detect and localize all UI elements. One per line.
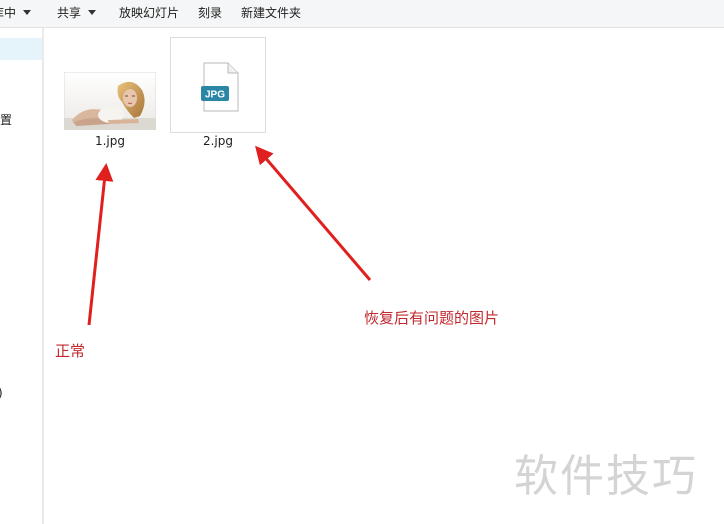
arrow-to-normal-image: [87, 163, 114, 326]
annotation-normal-label: 正常: [55, 342, 86, 360]
arrow-to-problem-image: [255, 145, 372, 281]
annotation-problem-label: 恢复后有问题的图片: [364, 309, 500, 327]
watermark-text: 软件技巧: [514, 451, 698, 502]
